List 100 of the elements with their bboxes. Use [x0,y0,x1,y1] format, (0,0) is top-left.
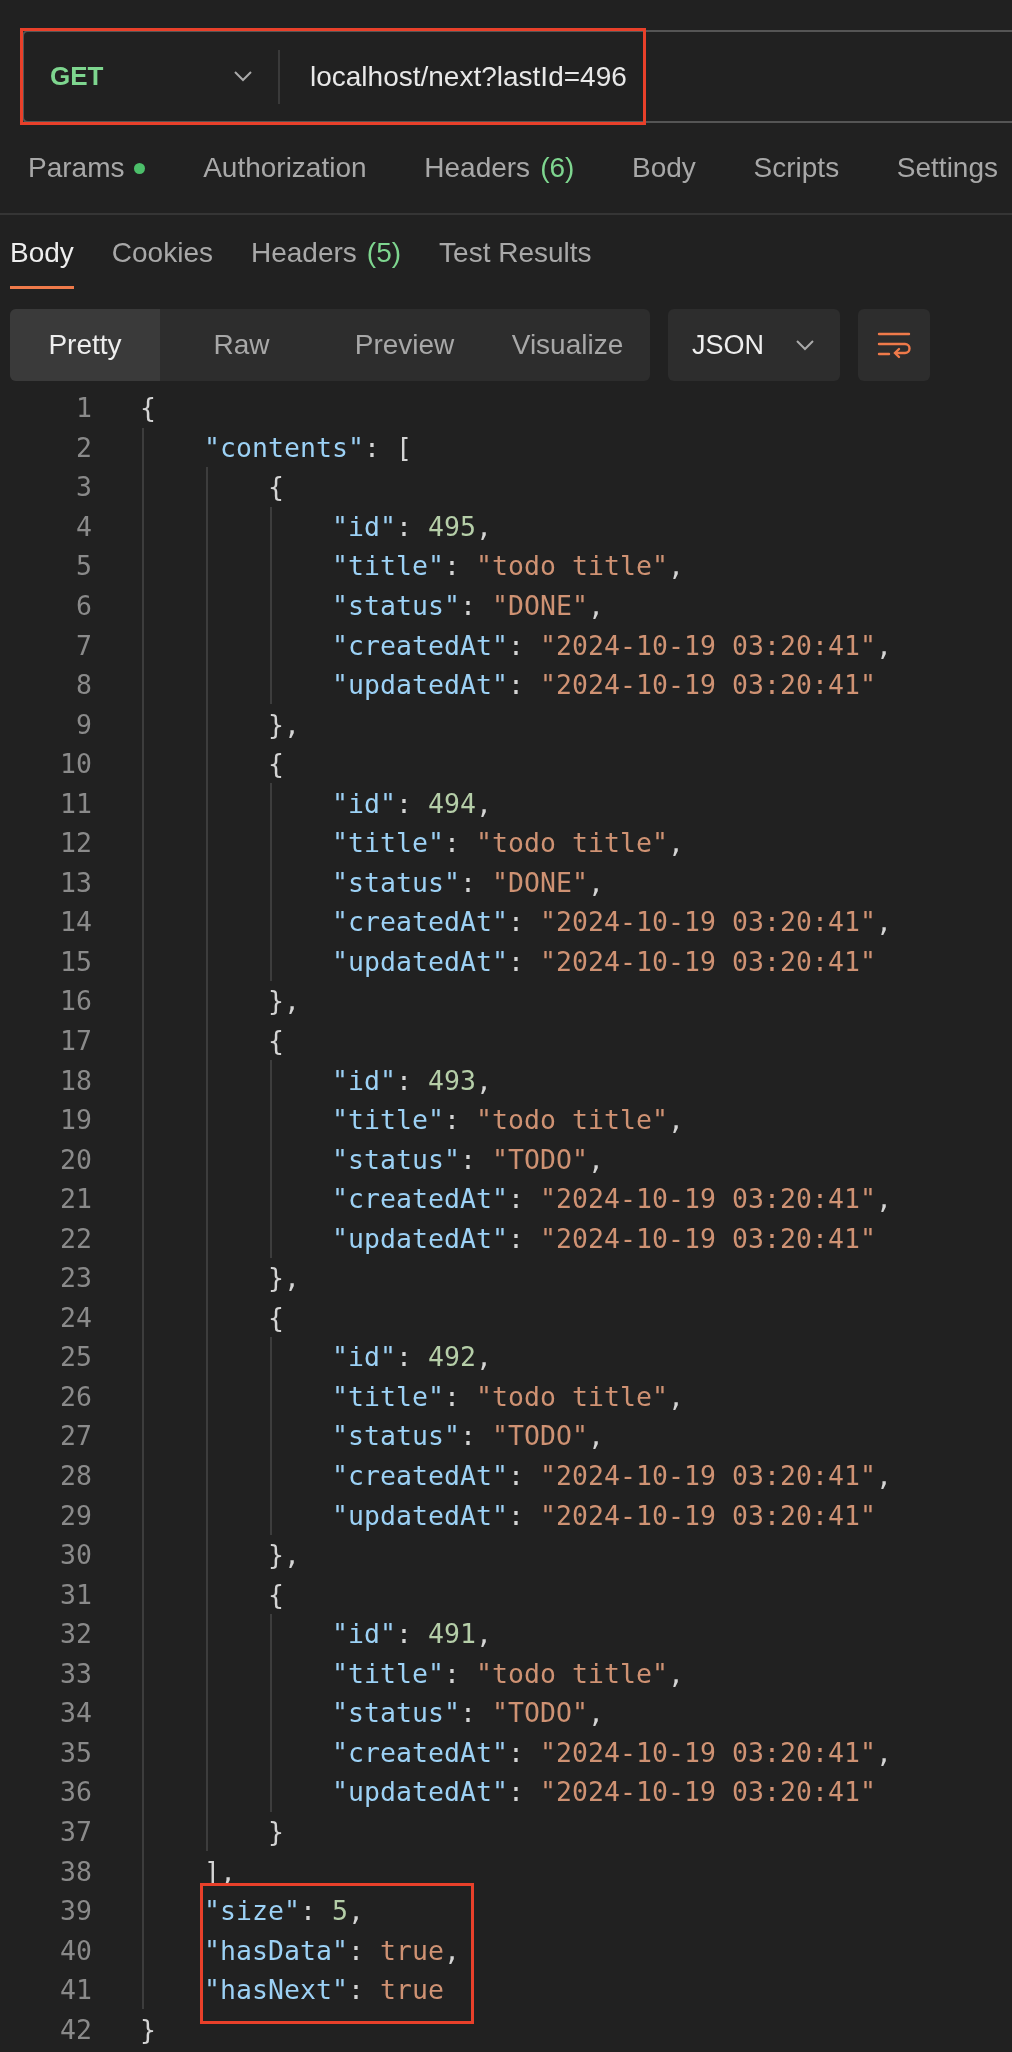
code-line: "id": 495, [332,510,493,542]
line-number: 19 [59,1104,92,1136]
line-number: 14 [59,906,92,938]
line-number: 5 [75,550,92,582]
code-line: "createdAt": "2024-10-19 03:20:41", [332,1183,893,1215]
code-line: "updatedAt": "2024-10-19 03:20:41" [332,1776,877,1808]
line-number: 38 [59,1855,92,1887]
line-number: 2 [75,431,92,463]
line-number: 10 [59,748,92,780]
chevron-down-icon [234,71,252,82]
line-number: 34 [59,1697,92,1729]
line-number: 33 [59,1657,92,1689]
code-line: } [268,1815,284,1847]
code-line: "title": "todo title", [332,1380,685,1412]
code-line: "size": 5, [204,1895,365,1927]
request-tab[interactable]: Authorization [203,152,367,184]
url-field[interactable]: localhost/next?lastId=496 [280,60,627,93]
request-tab[interactable]: Body [632,152,696,184]
line-number: 28 [59,1460,92,1492]
response-tab[interactable]: Cookies [111,215,213,289]
code-line: "title": "todo title", [332,1104,685,1136]
code-line: "status": "DONE", [332,866,605,898]
code-line: { [140,392,156,424]
line-number: 18 [59,1064,92,1096]
request-tab[interactable]: Headers (6) [424,152,575,184]
request-tab[interactable]: Params [28,152,146,184]
line-number: 30 [59,1539,92,1571]
line-number: 35 [59,1736,92,1768]
code-line: }, [268,985,300,1017]
format-dropdown[interactable]: JSON [668,309,840,381]
line-number: 24 [59,1301,92,1333]
line-number: 8 [75,669,92,701]
line-number: 6 [75,590,92,621]
code-line: { [268,1025,284,1056]
line-number: 4 [75,510,92,542]
line-number: 31 [59,1578,92,1610]
view-mode-button[interactable]: Visualize [486,309,649,381]
request-tab[interactable]: Settings [896,152,998,184]
line-number: 21 [59,1183,92,1215]
line-number: 39 [59,1895,92,1927]
line-number: 13 [59,866,92,898]
code-line: "createdAt": "2024-10-19 03:20:41", [332,906,893,938]
line-number: 37 [59,1815,92,1847]
code-line: } [140,2013,156,2045]
line-number: 32 [59,1618,92,1650]
line-number: 7 [75,629,92,661]
code-line: "status": "TODO", [332,1420,605,1452]
line-number: 36 [59,1776,92,1808]
line-number: 20 [59,1143,92,1175]
response-tab[interactable]: Headers (5) [251,215,402,289]
code-line: "updatedAt": "2024-10-19 03:20:41" [332,1499,877,1531]
line-number: 22 [59,1222,92,1254]
code-line: }, [268,1539,300,1571]
line-number: 27 [59,1420,92,1452]
line-number: 1 [75,392,92,424]
code-line: "hasData": true, [204,1934,461,1966]
code-line: }, [268,708,300,740]
code-line: { [268,748,284,780]
code-line: "createdAt": "2024-10-19 03:20:41", [332,1460,893,1492]
line-number: 16 [59,985,92,1017]
code-line: "id": 493, [332,1064,493,1096]
view-mode-button[interactable]: Preview [323,309,486,381]
code-line: "updatedAt": "2024-10-19 03:20:41" [332,1222,877,1254]
view-mode-button[interactable]: Raw [160,309,323,381]
method-dropdown[interactable]: GET [24,49,280,104]
code-line: "status": "TODO", [332,1697,605,1729]
response-tab[interactable]: Test Results [439,215,592,289]
code-line: "title": "todo title", [332,550,685,582]
chevron-down-icon [796,339,814,351]
code-line: "createdAt": "2024-10-19 03:20:41", [332,629,893,661]
code-line: "id": 491, [332,1618,493,1650]
code-line: "title": "todo title", [332,827,685,859]
code-line: { [268,1301,284,1333]
line-number: 3 [75,471,92,503]
line-number: 25 [59,1341,92,1373]
line-number: 9 [75,708,92,740]
code-line: "hasNext": true [204,1974,445,2006]
code-line: "title": "todo title", [332,1657,685,1689]
code-line: "status": "DONE", [332,590,605,621]
wrap-lines-icon [877,331,911,359]
code-line: { [268,471,284,503]
request-tab[interactable]: Scripts [753,152,840,184]
code-line: "contents": [ [204,431,413,463]
line-number: 17 [59,1025,92,1056]
line-number: 26 [59,1380,92,1412]
code-line: "updatedAt": "2024-10-19 03:20:41" [332,945,877,977]
line-number: 29 [59,1499,92,1531]
response-tab[interactable]: Body [10,215,74,289]
line-number: 42 [59,2013,92,2045]
line-number: 12 [59,827,92,859]
code-line: }, [268,1262,300,1294]
code-line: "status": "TODO", [332,1143,605,1175]
line-number: 41 [59,1974,92,2006]
line-number: 15 [59,945,92,977]
code-line: "id": 492, [332,1341,493,1373]
code-line: "updatedAt": "2024-10-19 03:20:41" [332,669,877,701]
wrap-lines-button[interactable] [858,309,930,381]
code-line: { [268,1578,284,1610]
code-line: "createdAt": "2024-10-19 03:20:41", [332,1736,893,1768]
view-mode-button[interactable]: Pretty [10,309,160,381]
